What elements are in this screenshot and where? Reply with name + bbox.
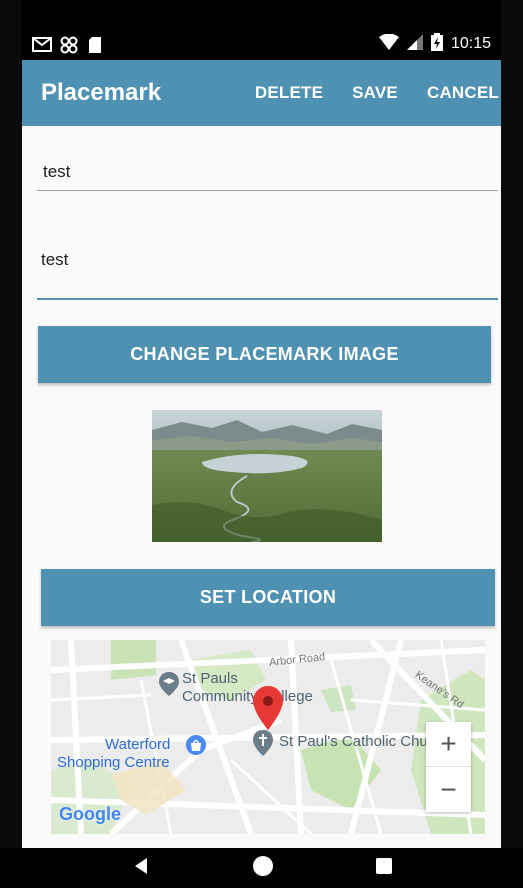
shopping-icon <box>185 734 207 761</box>
signal-icon <box>406 33 423 55</box>
placemark-image <box>152 410 382 542</box>
map-label-college-line1: St Pauls <box>182 670 238 687</box>
map-label-college-line2: Community College <box>182 688 313 705</box>
home-icon[interactable] <box>252 855 274 882</box>
description-field-container <box>37 244 498 300</box>
device-frame-right <box>501 0 523 888</box>
wifi-icon <box>378 33 399 55</box>
change-image-button[interactable]: CHANGE PLACEMARK IMAGE <box>38 326 491 383</box>
zoom-in-button[interactable]: + <box>426 722 471 767</box>
status-bar: 10:15 <box>22 28 501 60</box>
status-time: 10:15 <box>450 35 491 52</box>
map-view[interactable]: Arbor Road Keane's Rd St Pauls Community… <box>51 640 485 834</box>
map-label-waterford-line1: Waterford <box>105 736 171 753</box>
recents-icon[interactable] <box>375 857 393 880</box>
app-bar-title: Placemark <box>41 79 162 106</box>
device-frame-left <box>0 0 22 888</box>
delete-button[interactable]: DELETE <box>255 83 323 103</box>
set-location-button[interactable]: SET LOCATION <box>41 569 495 626</box>
sdcard-icon <box>88 36 106 53</box>
save-button[interactable]: SAVE <box>352 83 398 103</box>
cancel-button[interactable]: CANCEL <box>427 83 499 103</box>
zoom-out-button[interactable]: − <box>426 767 471 812</box>
title-field-container <box>37 155 498 191</box>
navigation-bar <box>0 848 523 888</box>
map-label-church: St Paul's Catholic Church <box>279 733 449 750</box>
title-input[interactable] <box>37 155 498 189</box>
pinwheel-icon <box>60 36 78 54</box>
back-icon[interactable] <box>131 856 151 881</box>
zoom-controls: + − <box>426 722 471 812</box>
college-icon <box>159 672 179 701</box>
google-logo: Google <box>59 804 121 824</box>
app-bar: Placemark DELETE SAVE CANCEL <box>22 60 501 126</box>
description-input[interactable] <box>37 244 498 276</box>
map-label-waterford-line2: Shopping Centre <box>57 754 170 771</box>
location-marker-icon[interactable] <box>253 686 283 735</box>
battery-icon <box>430 32 443 56</box>
gmail-icon <box>32 36 52 52</box>
